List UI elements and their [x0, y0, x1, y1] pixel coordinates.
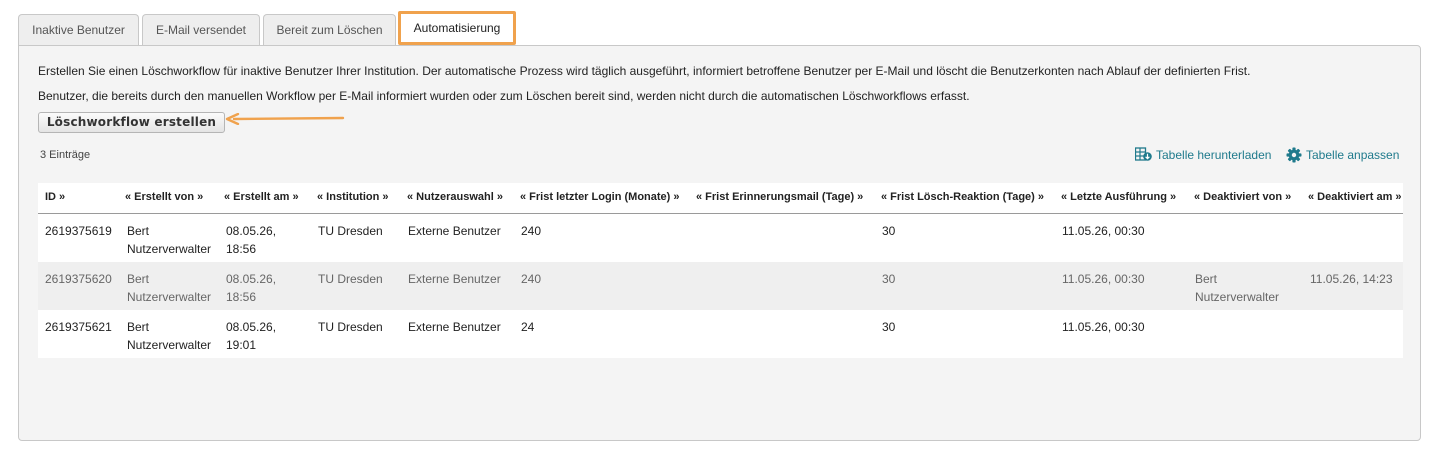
table-row[interactable]: 2619375620 Bert Nutzerverwalter 08.05.26,… [38, 262, 1403, 310]
cell-created-at: 08.05.26, 18:56 [226, 224, 277, 256]
cell-created-at: 08.05.26, 19:01 [226, 320, 277, 352]
cell-delete-reaction-days: 30 [882, 224, 896, 238]
column-header-institution[interactable]: « Institution » [317, 183, 389, 211]
content-panel: Erstellen Sie einen Löschworkflow für in… [18, 45, 1421, 441]
annotation-arrow-icon [225, 113, 345, 125]
cell-created-by: Bert Nutzerverwalter [127, 272, 212, 304]
column-header-erstellt-von[interactable]: « Erstellt von » [125, 183, 203, 211]
intro-text-2: Benutzer, die bereits durch den manuelle… [38, 89, 970, 103]
cell-id: 2619375619 [45, 224, 112, 238]
workflow-table: ID » « Erstellt von » « Erstellt am » « … [38, 183, 1403, 359]
cell-created-by: Bert Nutzerverwalter [127, 224, 212, 256]
tab-automatisierung[interactable]: Automatisierung [398, 11, 516, 45]
tab-email-versendet[interactable]: E-Mail versendet [142, 14, 260, 45]
cell-last-run: 11.05.26, 00:30 [1062, 320, 1145, 334]
cell-deactivated-by: Bert Nutzerverwalter [1195, 272, 1280, 304]
column-header-frist-loesch-reaktion[interactable]: « Frist Lösch-Reaktion (Tage) » [881, 183, 1044, 211]
download-table-link[interactable]: Tabelle herunterladen [1135, 147, 1271, 162]
cell-created-by: Bert Nutzerverwalter [127, 320, 212, 352]
customize-table-label: Tabelle anpassen [1306, 148, 1400, 162]
cell-delete-reaction-days: 30 [882, 320, 896, 334]
cell-user-selection: Externe Benutzer [408, 272, 501, 286]
cell-last-run: 11.05.26, 00:30 [1062, 224, 1145, 238]
cell-delete-reaction-days: 30 [882, 272, 896, 286]
column-header-deaktiviert-von[interactable]: « Deaktiviert von » [1194, 183, 1291, 211]
tab-inaktive-benutzer[interactable]: Inaktive Benutzer [18, 14, 139, 45]
download-table-label: Tabelle herunterladen [1156, 147, 1272, 162]
tab-bereit-zum-loeschen[interactable]: Bereit zum Löschen [263, 14, 396, 45]
column-header-deaktiviert-am[interactable]: « Deaktiviert am » [1308, 183, 1402, 211]
table-header: ID » « Erstellt von » « Erstellt am » « … [38, 183, 1403, 214]
spreadsheet-download-icon [1135, 147, 1152, 161]
cell-institution: TU Dresden [318, 320, 383, 334]
cell-user-selection: Externe Benutzer [408, 320, 501, 334]
customize-table-link[interactable]: Tabelle anpassen [1286, 147, 1399, 163]
column-header-frist-login[interactable]: « Frist letzter Login (Monate) » [520, 183, 680, 211]
cell-id: 2619375620 [45, 272, 112, 286]
column-header-letzte-ausfuehrung[interactable]: « Letzte Ausführung » [1061, 183, 1176, 211]
cell-created-at: 08.05.26, 18:56 [226, 272, 277, 304]
intro-text-1: Erstellen Sie einen Löschworkflow für in… [38, 64, 1251, 78]
create-workflow-button[interactable]: Löschworkflow erstellen [38, 112, 225, 133]
cell-login-months: 240 [521, 224, 542, 238]
cell-id: 2619375621 [45, 320, 112, 334]
column-header-frist-erinnerung[interactable]: « Frist Erinnerungsmail (Tage) » [696, 183, 863, 211]
column-header-erstellt-am[interactable]: « Erstellt am » [224, 183, 299, 211]
cell-login-months: 240 [521, 272, 542, 286]
column-header-nutzerauswahl[interactable]: « Nutzerauswahl » [407, 183, 503, 211]
column-header-id[interactable]: ID » [45, 183, 65, 211]
entries-count: 3 Einträge [40, 149, 91, 161]
cell-login-months: 24 [521, 320, 535, 334]
cell-institution: TU Dresden [318, 272, 383, 286]
cell-deactivated-at: 11.05.26, 14:23 [1310, 272, 1393, 286]
table-row[interactable]: 2619375619 Bert Nutzerverwalter 08.05.26,… [38, 214, 1403, 262]
cell-institution: TU Dresden [318, 224, 383, 238]
table-row[interactable]: 2619375621 Bert Nutzerverwalter 08.05.26,… [38, 310, 1403, 358]
cell-user-selection: Externe Benutzer [408, 224, 501, 238]
gear-icon [1286, 147, 1302, 163]
cell-last-run: 11.05.26, 00:30 [1062, 272, 1145, 286]
